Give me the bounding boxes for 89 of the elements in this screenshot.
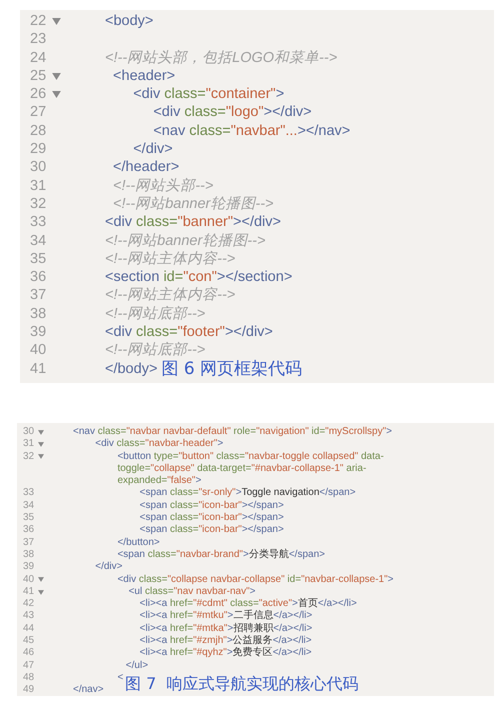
line-number: 34 [23,500,34,512]
line-number: 41 [23,586,34,598]
line-number: 32 [30,194,46,214]
fold-icon[interactable] [52,72,62,80]
code-line: <span class="icon-bar"></span> [138,512,284,524]
line-number: 27 [30,103,46,122]
line-number: 33 [23,487,34,500]
line-number: 45 [23,635,34,648]
line-number: 31 [23,438,34,451]
code-line: <nav class="navbar navbar-default" role="navigation" id="myScrollspy"> [73,426,392,438]
code-line: <div class="banner"></div> [105,213,281,232]
line-number: 40 [30,341,46,360]
line-number: 32 [23,450,34,463]
line-number: 31 [30,176,46,195]
line-number: 37 [23,536,34,549]
line-number: 38 [30,304,46,324]
line-number: 48 [23,672,34,684]
figure-caption: 图 7 响应式导航实现的核心代码 [123,674,360,694]
code-line: <!--网站主体内容--> [105,286,236,305]
line-number: 25 [30,66,46,86]
code-line: </body> [105,360,158,378]
code-line: <div class="container"> [132,85,284,104]
code-line: <ul class="nav navbar-nav"> [128,586,256,598]
line-number: 38 [23,548,34,562]
fold-icon[interactable] [38,577,44,582]
code-line: <!--网站头部--> [112,176,214,195]
line-number: 37 [30,286,46,305]
code-line: <div class="logo"></div> [152,103,312,122]
code-line: </header> [112,158,180,177]
code-line: <div class="navbar-header"> [94,438,224,451]
code-line: < [116,672,124,684]
fold-icon[interactable] [38,590,44,594]
code-line: <header> [112,66,176,86]
line-number: 35 [23,512,34,524]
code-line: </div> [132,140,173,158]
fold-icon[interactable] [52,90,62,98]
code-line: <button type="button" class="navbar-toggle collapsed" data- [116,450,384,463]
code-line: <span class="navbar-brand">分类导航</span> [116,548,325,562]
line-number: 46 [23,647,34,660]
line-number: 40 [23,574,34,586]
line-number: 36 [30,268,46,286]
code-line: <li><a href="#mtku">二手信息</a></li> [138,610,312,622]
line-number: 34 [30,232,46,250]
line-number: 26 [30,85,46,104]
code-line: <span class="icon-bar"></span> [138,524,284,537]
line-number: 47 [23,660,34,672]
code-line: <li><a href="#mtka">招聘兼职</a></li> [138,622,312,635]
code-line: <li><a href="#qyhz">免费专区</a></li> [138,647,312,660]
figure-caption: 图 6 网页框架代码 [161,360,302,378]
line-number: 41 [30,360,46,378]
code-line: <nav class="navbar"...></nav> [152,122,350,140]
code-line: expanded="false"> [116,475,202,488]
line-number: 30 [23,426,34,438]
line-number: 36 [23,524,34,537]
code-line: <!--网站banner轮播图--> [105,232,266,250]
code-line: toggle="collapse" data-target="#navbar-collapse-1" aria- [116,462,366,476]
fold-icon[interactable] [38,454,44,460]
fold-icon[interactable] [52,18,62,25]
line-number: 49 [23,684,34,697]
code-line: <!--网站头部，包括LOGO和菜单--> [105,48,338,67]
line-number: 22 [30,12,46,30]
code-line: <div class="collapse navbar-collapse" id="navbar-collapse-1"> [116,574,394,586]
line-number: 29 [30,140,46,158]
code-line: </ul> [124,660,148,672]
line-number: 43 [23,610,34,623]
code-line: <section id="con"></section> [105,268,292,286]
code-line: <span class="icon-bar"></span> [138,500,284,512]
line-number: 33 [30,213,46,232]
code-line: </nav> [73,684,104,697]
line-number: 24 [30,48,46,67]
line-number: 35 [30,250,46,268]
line-number: 30 [30,158,46,177]
code-line: <!--网站底部--> [105,304,206,324]
code-line: </div> [94,561,122,574]
code-line: <!--网站banner轮播图--> [112,194,274,214]
code-line: <div class="footer"></div> [105,323,273,342]
line-number: 28 [30,122,46,140]
code-line: <body> [105,12,154,30]
code-line: <li><a href="#cdmt" class="active">首页</a></li> [138,598,357,610]
code-line: </button> [116,536,160,549]
code-line: <!--网站底部--> [105,341,206,360]
code-line: <span class="sr-only">Toggle navigation</span> [138,487,356,500]
line-number: 44 [23,622,34,636]
line-number: 42 [23,598,34,610]
code-line: <li><a href="#zmjh">公益服务</a></li> [138,635,312,646]
line-number: 39 [23,561,34,574]
code-line: <!--网站主体内容--> [105,250,236,268]
line-number: 39 [30,323,46,342]
line-number: 23 [30,30,46,49]
